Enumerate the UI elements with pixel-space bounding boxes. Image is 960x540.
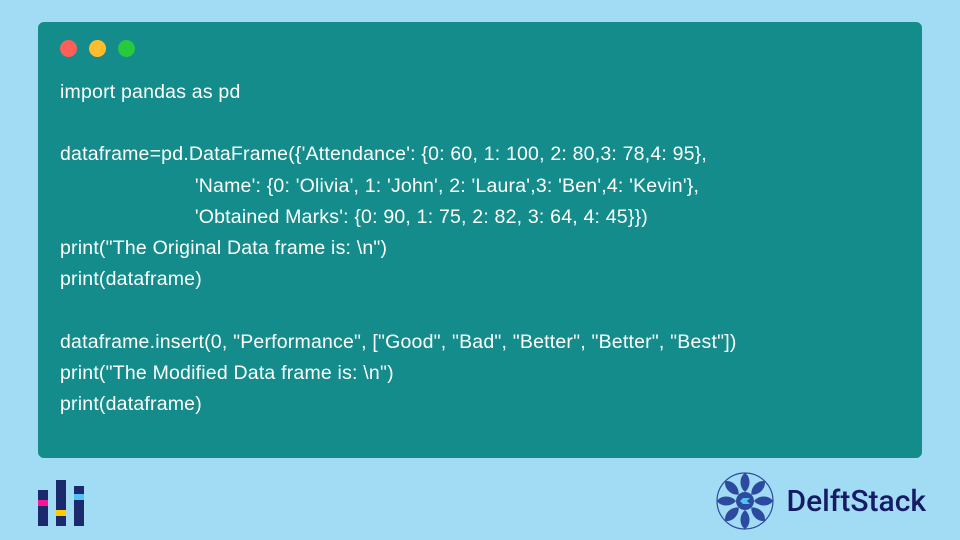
code-line: 'Name': {0: 'Olivia', 1: 'John', 2: 'Lau… [60, 175, 699, 197]
window-traffic-lights [60, 40, 900, 57]
zoom-dot-icon[interactable] [118, 40, 135, 57]
close-dot-icon[interactable] [60, 40, 77, 57]
code-line: import pandas as pd [60, 81, 241, 103]
code-line: print("The Original Data frame is: \n") [60, 237, 387, 259]
code-window: import pandas as pd dataframe=pd.DataFra… [38, 22, 922, 458]
brand-logo: DelftStack [714, 470, 926, 532]
code-block: import pandas as pd dataframe=pd.DataFra… [60, 77, 900, 420]
code-line: print(dataframe) [60, 393, 202, 415]
mandala-logo-icon [714, 470, 776, 532]
code-line: print("The Modified Data frame is: \n") [60, 362, 394, 384]
code-line: dataframe=pd.DataFrame({'Attendance': {0… [60, 143, 707, 165]
code-line: 'Obtained Marks': {0: 90, 1: 75, 2: 82, … [60, 206, 648, 228]
brand-name: DelftStack [786, 484, 926, 519]
bars-logo-icon [34, 476, 90, 532]
code-line: print(dataframe) [60, 268, 202, 290]
footer: DelftStack [0, 462, 960, 540]
code-line: dataframe.insert(0, "Performance", ["Goo… [60, 331, 737, 353]
minimize-dot-icon[interactable] [89, 40, 106, 57]
